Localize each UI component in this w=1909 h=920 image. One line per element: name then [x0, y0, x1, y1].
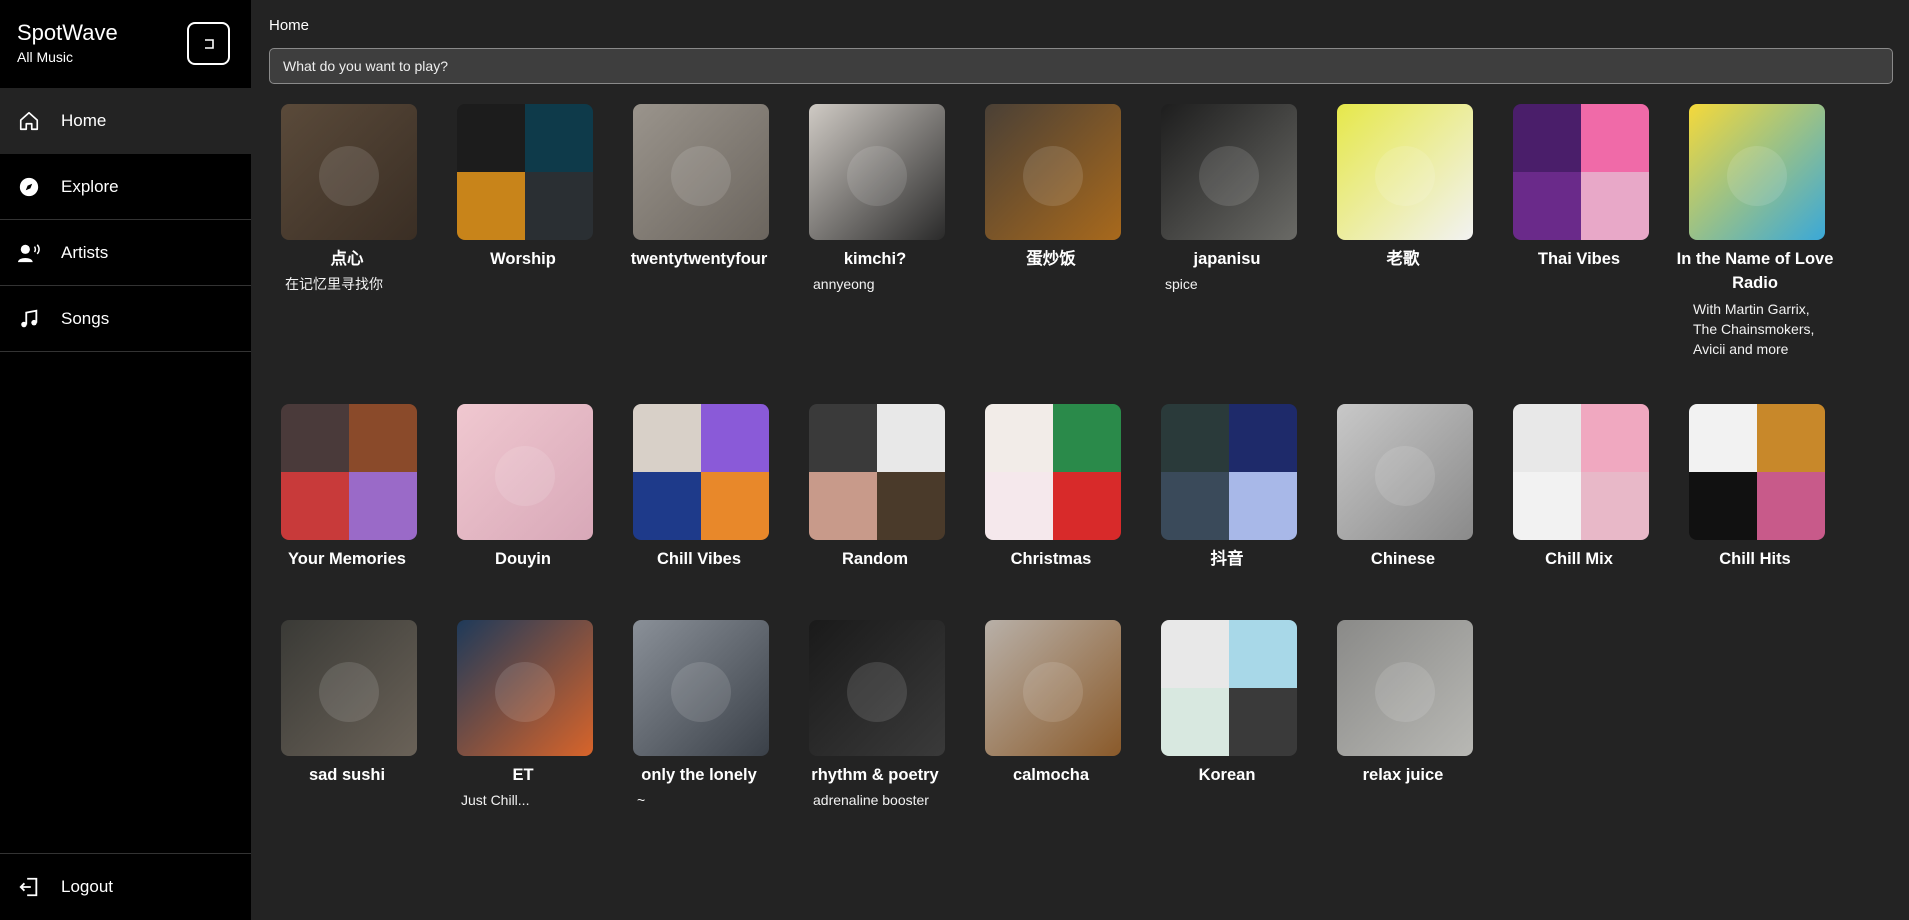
- playlist-cover: [1161, 404, 1297, 540]
- playlist-title: Christmas: [1010, 550, 1092, 568]
- playlist-cover: [1689, 104, 1825, 240]
- playlist-cover: [809, 620, 945, 756]
- playlist-subtitle: 在记忆里寻找你: [285, 276, 383, 292]
- playlist-title: calmocha: [1012, 766, 1090, 784]
- playlist-cover: [985, 104, 1121, 240]
- breadcrumb: Home: [269, 17, 310, 34]
- playlist-title: rhythm & poetry: [811, 766, 939, 784]
- sidebar-nav: Home Explore Artists Songs: [0, 88, 251, 352]
- playlist-cover: [1161, 620, 1297, 756]
- sidebar-item-artists[interactable]: Artists: [0, 220, 251, 286]
- brand: SpotWave All Music: [17, 20, 118, 66]
- playlist-cover: [281, 620, 417, 756]
- sidebar-item-explore[interactable]: Explore: [0, 154, 251, 220]
- collapse-icon: [204, 38, 214, 49]
- playlist-cover: [633, 620, 769, 756]
- playlist-cover: [1513, 104, 1649, 240]
- playlist-title: Worship: [490, 250, 556, 268]
- playlist-cover: [1337, 404, 1473, 540]
- playlist-cover: [281, 104, 417, 240]
- playlist-title: japanisu: [1193, 250, 1261, 268]
- playlist-title: only the lonely: [641, 766, 757, 784]
- compass-icon: [17, 175, 41, 199]
- playlist-subtitle: ~: [637, 792, 646, 808]
- playlist-title: Korean: [1198, 766, 1256, 784]
- playlist-cover: [281, 404, 417, 540]
- playlist-title: Douyin: [495, 550, 551, 568]
- collapse-sidebar-button[interactable]: [187, 22, 230, 65]
- playlist-cover: [1337, 620, 1473, 756]
- playlist-title: relax juice: [1362, 766, 1444, 784]
- playlist-subtitle: With Martin Garrix, The Chainsmokers, Av…: [1693, 301, 1815, 357]
- app-name: SpotWave: [17, 20, 118, 45]
- playlist-title: Thai Vibes: [1537, 250, 1621, 268]
- playlist-title: Your Memories: [288, 550, 406, 568]
- playlist-cover: [633, 104, 769, 240]
- sidebar-item-songs[interactable]: Songs: [0, 286, 251, 352]
- playlist-title: twentytwentyfour: [630, 250, 768, 268]
- playlist-cover: [809, 104, 945, 240]
- logout-icon: [17, 875, 41, 899]
- playlist-title: Chill Vibes: [656, 550, 742, 568]
- search-input[interactable]: [269, 48, 1893, 84]
- playlist-subtitle: spice: [1165, 276, 1198, 292]
- playlist-cover: [457, 104, 593, 240]
- playlist-cover: [1161, 104, 1297, 240]
- playlist-cover: [633, 404, 769, 540]
- sidebar: SpotWave All Music Home Explore Artists: [0, 0, 251, 920]
- playlist-cover: [1689, 404, 1825, 540]
- music-note-icon: [17, 307, 41, 331]
- playlist-cover: [985, 404, 1121, 540]
- sidebar-item-label: Home: [61, 110, 107, 130]
- playlist-title: 点心: [330, 250, 364, 268]
- playlist-title: Chill Hits: [1719, 550, 1791, 568]
- playlist-title: 抖音: [1210, 550, 1244, 568]
- playlist-title: kimchi?: [843, 250, 907, 268]
- sidebar-item-label: Songs: [61, 308, 110, 328]
- playlist-subtitle: annyeong: [813, 276, 875, 292]
- playlist-cover: [985, 620, 1121, 756]
- sidebar-item-home[interactable]: Home: [0, 88, 251, 154]
- playlist-title: Chinese: [1370, 550, 1436, 568]
- playlist-title: 老歌: [1386, 250, 1420, 268]
- playlist-title: Random: [842, 550, 908, 568]
- playlist-subtitle: Just Chill...: [461, 792, 530, 808]
- playlist-title: In the Name of Love Radio: [1676, 250, 1834, 292]
- playlist-cover: [457, 620, 593, 756]
- playlist-cover: [457, 404, 593, 540]
- playlist-title: 蛋炒饭: [1026, 250, 1076, 268]
- playlist-cover: [1513, 404, 1649, 540]
- app-subtitle: All Music: [17, 49, 74, 65]
- playlist-title: sad sushi: [308, 766, 386, 784]
- logout-button[interactable]: Logout: [0, 853, 251, 920]
- home-icon: [17, 109, 41, 133]
- playlist-cover: [1337, 104, 1473, 240]
- logout-label: Logout: [61, 877, 113, 896]
- sidebar-item-label: Explore: [61, 176, 119, 196]
- sidebar-item-label: Artists: [61, 242, 109, 262]
- main-content: Home 点心在记忆里寻找你 Worship twentytwentyfour kim…: [251, 0, 1909, 920]
- artist-icon: [17, 241, 41, 265]
- playlist-subtitle: adrenaline booster: [813, 792, 929, 808]
- playlist-title: Chill Mix: [1545, 550, 1613, 568]
- playlist-title: ET: [512, 766, 534, 784]
- playlist-cover: [809, 404, 945, 540]
